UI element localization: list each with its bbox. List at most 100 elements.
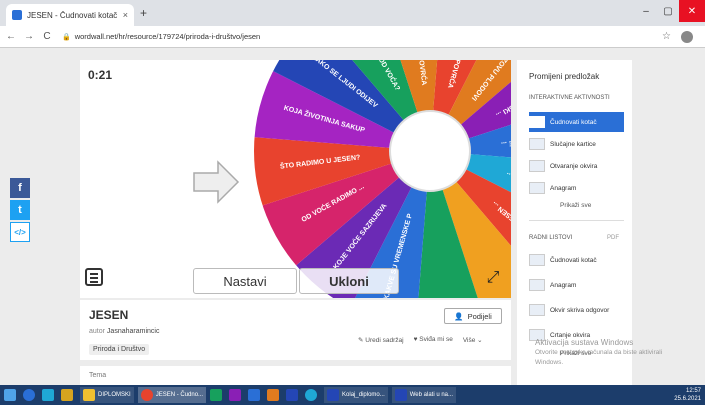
sidebar-item-label: Anagram bbox=[550, 184, 577, 192]
tab-close-icon[interactable]: × bbox=[123, 10, 128, 20]
taskbar-cortana[interactable] bbox=[23, 387, 38, 403]
ws-item-wheel[interactable]: Čudnovati kotač bbox=[529, 250, 624, 270]
taskbar-diplomski[interactable]: DIPLOMSKI bbox=[80, 387, 134, 403]
author-label: autor bbox=[89, 328, 105, 335]
remove-button[interactable]: Ukloni bbox=[299, 268, 399, 294]
excel-icon bbox=[210, 389, 223, 401]
reload-icon[interactable]: C bbox=[40, 31, 54, 42]
cards-template-icon bbox=[529, 138, 545, 150]
word-icon bbox=[286, 389, 299, 401]
windows-logo-icon bbox=[4, 389, 16, 401]
facebook-share-icon[interactable]: f bbox=[10, 178, 30, 198]
url-path: /hr/resource/179724/priroda-i-društvo/je… bbox=[116, 32, 261, 41]
start-button[interactable] bbox=[4, 387, 19, 403]
taskbar-onenote[interactable] bbox=[229, 387, 244, 403]
ws-item-hidden-answer[interactable]: Okvir skriva odgovor bbox=[529, 300, 624, 320]
pdf-label: PDF bbox=[607, 235, 619, 241]
taskbar-ie[interactable] bbox=[42, 387, 57, 403]
show-all-link[interactable]: Prikaži sve bbox=[560, 202, 591, 209]
new-tab-button[interactable]: + bbox=[140, 6, 147, 20]
ws-item-label: Čudnovati kotač bbox=[550, 256, 597, 264]
sidebar-item-wheel[interactable]: Čudnovati kotač bbox=[529, 112, 624, 132]
sidebar-item-cards[interactable]: Slučajne kartice bbox=[529, 134, 624, 154]
taskbar-clock[interactable]: 12:57 25.6.2021 bbox=[674, 387, 701, 403]
topic-label: Tema bbox=[89, 372, 107, 379]
embed-icon[interactable]: </> bbox=[10, 222, 30, 242]
wheel-worksheet-icon bbox=[529, 254, 545, 266]
sidebar-item-anagram[interactable]: Anagram bbox=[529, 178, 624, 198]
timer: 0:21 bbox=[88, 68, 113, 82]
menu-button[interactable] bbox=[85, 268, 103, 286]
lock-icon: 🔒 bbox=[62, 33, 71, 41]
ws-item-label: Okvir skriva odgovor bbox=[550, 306, 610, 314]
interactive-heading: INTERAKTIVNE AKTIVNOSTI bbox=[529, 95, 610, 101]
forward-icon[interactable]: → bbox=[22, 31, 36, 42]
page-body: f t </> 0:21 ŠTO RADIMO OD POVRĆAKAKO SE… bbox=[0, 48, 705, 390]
taskbar-word-doc-2[interactable]: Web alati u na... bbox=[391, 387, 456, 403]
address-bar: ← → C 🔒 wordwall.net /hr/resource/179724… bbox=[0, 26, 705, 48]
browser-tab[interactable]: JESEN - Čudnovati kotač × bbox=[6, 4, 134, 26]
sidebar-item-label: Čudnovati kotač bbox=[550, 118, 597, 126]
watermark-line-2: Otvorite postavke računala da biste akti… bbox=[535, 349, 663, 356]
anagram-worksheet-icon bbox=[529, 279, 545, 291]
word-icon bbox=[394, 389, 407, 401]
edit-content-link[interactable]: ✎ Uredi sadržaj bbox=[358, 336, 404, 344]
subject-tag[interactable]: Priroda i Društvo bbox=[89, 344, 150, 355]
app-icon bbox=[61, 389, 73, 401]
game-panel: 0:21 ŠTO RADIMO OD POVRĆAKAKO SE ZOVU PL… bbox=[80, 60, 511, 298]
anagram-template-icon bbox=[529, 182, 545, 194]
activity-info-card: JESEN autor Jasnaharamincic Priroda i Dr… bbox=[80, 300, 511, 360]
more-link[interactable]: Više ⌄ bbox=[463, 336, 483, 344]
fullscreen-icon[interactable]: ⤢ bbox=[483, 268, 503, 288]
wheel-hub[interactable] bbox=[389, 110, 471, 192]
share-person-icon: 👤 bbox=[454, 311, 464, 321]
taskbar-label: DIPLOMSKI bbox=[98, 392, 131, 398]
taskbar-powerpoint[interactable] bbox=[267, 387, 282, 403]
taskbar-label: Web alati u na... bbox=[409, 392, 453, 398]
taskbar-excel[interactable] bbox=[210, 387, 225, 403]
edge-icon bbox=[305, 389, 318, 401]
taskbar-word[interactable] bbox=[286, 387, 301, 403]
clock-date: 25.6.2021 bbox=[674, 396, 701, 402]
url-domain: wordwall.net bbox=[74, 32, 117, 41]
bookmark-star-icon[interactable]: ☆ bbox=[662, 31, 671, 42]
onenote-icon bbox=[229, 389, 242, 401]
wordwall-favicon-icon bbox=[12, 10, 22, 20]
minimize-icon[interactable]: – bbox=[635, 0, 657, 22]
taskbar-chrome[interactable]: JESEN - Čudno... bbox=[137, 387, 207, 403]
next-button[interactable]: Nastavi bbox=[193, 268, 297, 294]
watermark-line-1: Aktivacija sustava Windows bbox=[535, 338, 634, 347]
boxes-template-icon bbox=[529, 160, 545, 172]
url-field[interactable]: 🔒 wordwall.net /hr/resource/179724/priro… bbox=[62, 32, 260, 41]
taskbar-edge[interactable] bbox=[305, 387, 320, 403]
screen: JESEN - Čudnovati kotač × + – ▢ ✕ ← → C … bbox=[0, 0, 705, 405]
twitter-share-icon[interactable]: t bbox=[10, 200, 30, 220]
tab-title: JESEN - Čudnovati kotač bbox=[27, 10, 118, 20]
share-button[interactable]: 👤 Podijeli bbox=[444, 308, 502, 324]
taskbar-word-doc-1[interactable]: Kolaj_diplomo... bbox=[324, 387, 388, 403]
sidebar-item-boxes[interactable]: Otvaranje okvira bbox=[529, 156, 624, 176]
taskbar-outlook[interactable] bbox=[248, 387, 263, 403]
divider bbox=[529, 220, 624, 221]
menu-line bbox=[90, 273, 98, 275]
activity-title: JESEN bbox=[89, 308, 129, 322]
menu-line bbox=[90, 277, 98, 279]
watermark-line-3: Windows. bbox=[535, 359, 564, 366]
ie-icon bbox=[42, 389, 54, 401]
outlook-icon bbox=[248, 389, 261, 401]
sidebar-item-label: Otvaranje okvira bbox=[550, 162, 598, 170]
back-icon[interactable]: ← bbox=[4, 31, 18, 42]
ws-item-anagram[interactable]: Anagram bbox=[529, 275, 624, 295]
windows-activation-watermark: Aktivacija sustava Windows Otvorite post… bbox=[535, 338, 662, 368]
author-link[interactable]: Jasnaharamincic bbox=[107, 328, 160, 335]
profile-avatar[interactable] bbox=[681, 31, 693, 43]
close-window-icon[interactable]: ✕ bbox=[679, 0, 705, 22]
activity-actions: ✎ Uredi sadržaj ♥ Sviđa mi se Više ⌄ bbox=[358, 336, 483, 344]
window-controls: – ▢ ✕ bbox=[635, 0, 705, 22]
taskbar-app[interactable] bbox=[61, 387, 76, 403]
browser-tabstrip: JESEN - Čudnovati kotač × + – ▢ ✕ bbox=[0, 0, 705, 26]
taskbar-label: JESEN - Čudno... bbox=[155, 392, 204, 398]
like-link[interactable]: ♥ Sviđa mi se bbox=[414, 336, 453, 344]
maximize-icon[interactable]: ▢ bbox=[657, 0, 679, 22]
spinning-wheel[interactable]: ŠTO RADIMO OD POVRĆAKAKO SE ZOVU PLODOVI… bbox=[245, 60, 511, 298]
